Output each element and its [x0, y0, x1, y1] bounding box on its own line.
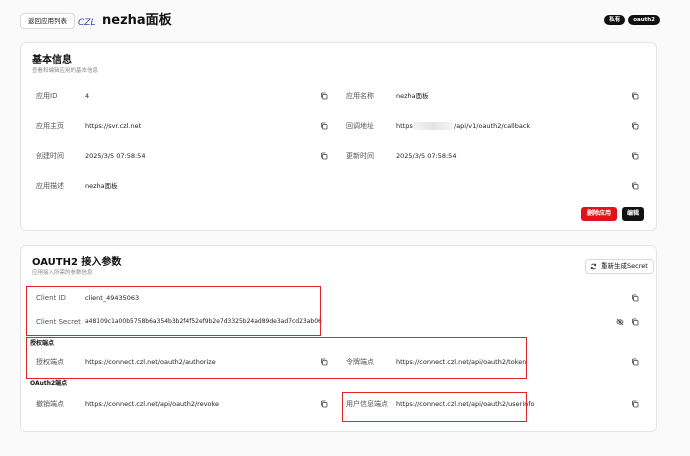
edit-button[interactable]: 编辑	[622, 207, 645, 221]
czl-logo-icon: CZL	[78, 18, 95, 27]
callback-label: 回调地址	[346, 122, 374, 130]
copy-token-icon[interactable]	[631, 358, 639, 366]
copy-app-name-icon[interactable]	[631, 92, 639, 100]
regenerate-secret-label: 重新生成Secret	[601, 262, 648, 270]
eye-off-icon[interactable]	[616, 318, 624, 326]
app-id-value: 4	[85, 92, 90, 100]
copy-created-icon[interactable]	[320, 152, 328, 160]
highlight-auth-endpoints	[26, 337, 527, 379]
app-name-label: 应用名称	[346, 92, 374, 100]
back-to-app-list-button[interactable]: 返回应用列表	[20, 13, 75, 29]
badge-group: 私有 oauth2	[604, 15, 660, 25]
highlight-client-credentials	[26, 286, 321, 336]
revoke-endpoint-value: https://connect.czl.net/api/oauth2/revok…	[85, 400, 220, 408]
highlight-userinfo-endpoint	[342, 392, 527, 422]
desc-label: 应用描述	[36, 182, 64, 190]
app-name-value: nezha面板	[396, 92, 429, 100]
refresh-icon	[590, 263, 597, 270]
private-badge: 私有	[604, 15, 626, 25]
homepage-label: 应用主页	[36, 122, 64, 130]
copy-desc-icon[interactable]	[631, 182, 639, 190]
page-title: nezha面板	[102, 13, 172, 28]
basic-info-subtitle: 查看和编辑应用的基本信息	[32, 68, 99, 74]
revoke-endpoint-label: 撤销端点	[36, 400, 64, 408]
copy-userinfo-icon[interactable]	[631, 400, 639, 408]
desc-value: nezha面板	[85, 182, 118, 190]
updated-label: 更新时间	[346, 152, 374, 160]
oauth-title: OAUTH2 接入参数	[32, 257, 122, 268]
basic-info-title: 基本信息	[32, 55, 72, 66]
copy-revoke-icon[interactable]	[320, 400, 328, 408]
created-label: 创建时间	[36, 152, 64, 160]
delete-app-button[interactable]: 删除应用	[581, 207, 618, 221]
copy-updated-icon[interactable]	[631, 152, 639, 160]
callback-value-suffix: /api/v1/oauth2/callback	[454, 122, 531, 130]
copy-callback-icon[interactable]	[631, 122, 639, 130]
oauth2-endpoints-heading: OAuth2端点	[30, 380, 68, 387]
copy-client-id-icon[interactable]	[631, 294, 639, 302]
oauth-subtitle: 应用接入所需的参数信息	[32, 270, 93, 276]
homepage-value: https://svr.czl.net	[85, 122, 142, 130]
copy-client-secret-icon[interactable]	[631, 318, 639, 326]
top-bar: 返回应用列表 CZL nezha面板 私有 oauth2	[20, 12, 660, 32]
basic-info-card: 基本信息 查看和编辑应用的基本信息	[20, 42, 657, 231]
redacted-domain	[413, 122, 453, 130]
updated-value: 2025/3/5 07:58:54	[396, 152, 457, 160]
created-value: 2025/3/5 07:58:54	[85, 152, 146, 160]
regenerate-secret-button[interactable]: 重新生成Secret	[585, 259, 654, 274]
logo-text: CZL	[78, 18, 95, 27]
app-id-label: 应用ID	[36, 92, 58, 100]
copy-homepage-icon[interactable]	[320, 122, 328, 130]
copy-app-id-icon[interactable]	[320, 92, 328, 100]
oauth2-badge: oauth2	[628, 15, 660, 25]
